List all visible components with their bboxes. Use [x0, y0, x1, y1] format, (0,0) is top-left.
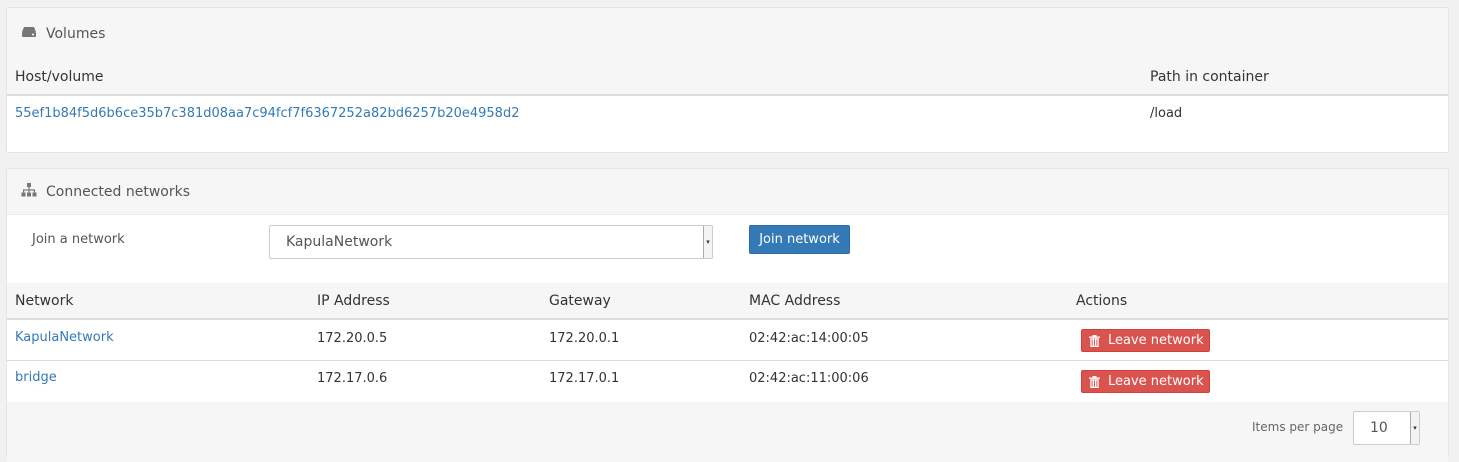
- column-actions: Actions: [1076, 293, 1128, 309]
- column-mac-address: MAC Address: [749, 293, 841, 309]
- items-per-page-select[interactable]: 10 ▾: [1353, 411, 1420, 445]
- column-network: Network: [15, 293, 74, 309]
- networks-panel: Connected networks Join a network Kapula…: [6, 168, 1449, 462]
- network-select-value: KapulaNetwork: [286, 234, 393, 250]
- column-host-volume: Host/volume: [15, 69, 104, 85]
- gateway: 172.20.0.1: [549, 331, 620, 346]
- join-network-button[interactable]: Join network: [749, 225, 850, 254]
- network-link[interactable]: KapulaNetwork: [15, 330, 114, 345]
- mac-address: 02:42:ac:14:00:05: [749, 331, 869, 346]
- table-row: bridge 172.17.0.6 172.17.0.1 02:42:ac:11…: [7, 362, 1448, 402]
- chevron-down-icon: ▾: [1410, 412, 1419, 444]
- mac-address: 02:42:ac:11:00:06: [749, 371, 869, 386]
- items-per-page-value: 10: [1370, 420, 1388, 436]
- trash-icon: [1089, 375, 1100, 388]
- leave-network-label: Leave network: [1108, 374, 1204, 389]
- items-per-page-label: Items per page: [1252, 420, 1344, 434]
- sitemap-icon: [21, 182, 37, 201]
- leave-network-button[interactable]: Leave network: [1081, 370, 1210, 393]
- table-row: 55ef1b84f5d6b6ce35b7c381d08aa7c94fcf7f63…: [7, 96, 1448, 136]
- network-link[interactable]: bridge: [15, 370, 57, 385]
- ip-address: 172.17.0.6: [317, 371, 388, 386]
- networks-title: Connected networks: [46, 183, 190, 200]
- column-gateway: Gateway: [549, 293, 611, 309]
- volumes-panel: Volumes Host/volume Path in container 55…: [6, 7, 1449, 153]
- volume-link[interactable]: 55ef1b84f5d6b6ce35b7c381d08aa7c94fcf7f63…: [15, 106, 519, 121]
- volumes-table-header: Host/volume Path in container: [7, 59, 1448, 96]
- table-row: KapulaNetwork 172.20.0.5 172.20.0.1 02:4…: [7, 320, 1448, 361]
- gateway: 172.17.0.1: [549, 371, 620, 386]
- ip-address: 172.20.0.5: [317, 331, 388, 346]
- column-path-in-container: Path in container: [1150, 69, 1269, 85]
- networks-header: Connected networks: [7, 169, 1448, 215]
- volume-path: /load: [1150, 106, 1183, 121]
- volumes-title: Volumes: [46, 25, 106, 42]
- volumes-header: Volumes: [7, 8, 1448, 60]
- networks-table-header: Network IP Address Gateway MAC Address A…: [7, 283, 1448, 320]
- network-select[interactable]: KapulaNetwork ▾: [269, 225, 713, 259]
- column-ip-address: IP Address: [317, 293, 390, 309]
- hdd-icon: [21, 26, 37, 42]
- chevron-down-icon: ▾: [703, 226, 712, 258]
- join-network-label: Join a network: [32, 232, 125, 247]
- leave-network-label: Leave network: [1108, 333, 1204, 348]
- trash-icon: [1089, 334, 1100, 347]
- leave-network-button[interactable]: Leave network: [1081, 329, 1210, 352]
- pagination-footer: Items per page 10 ▾: [7, 402, 1448, 462]
